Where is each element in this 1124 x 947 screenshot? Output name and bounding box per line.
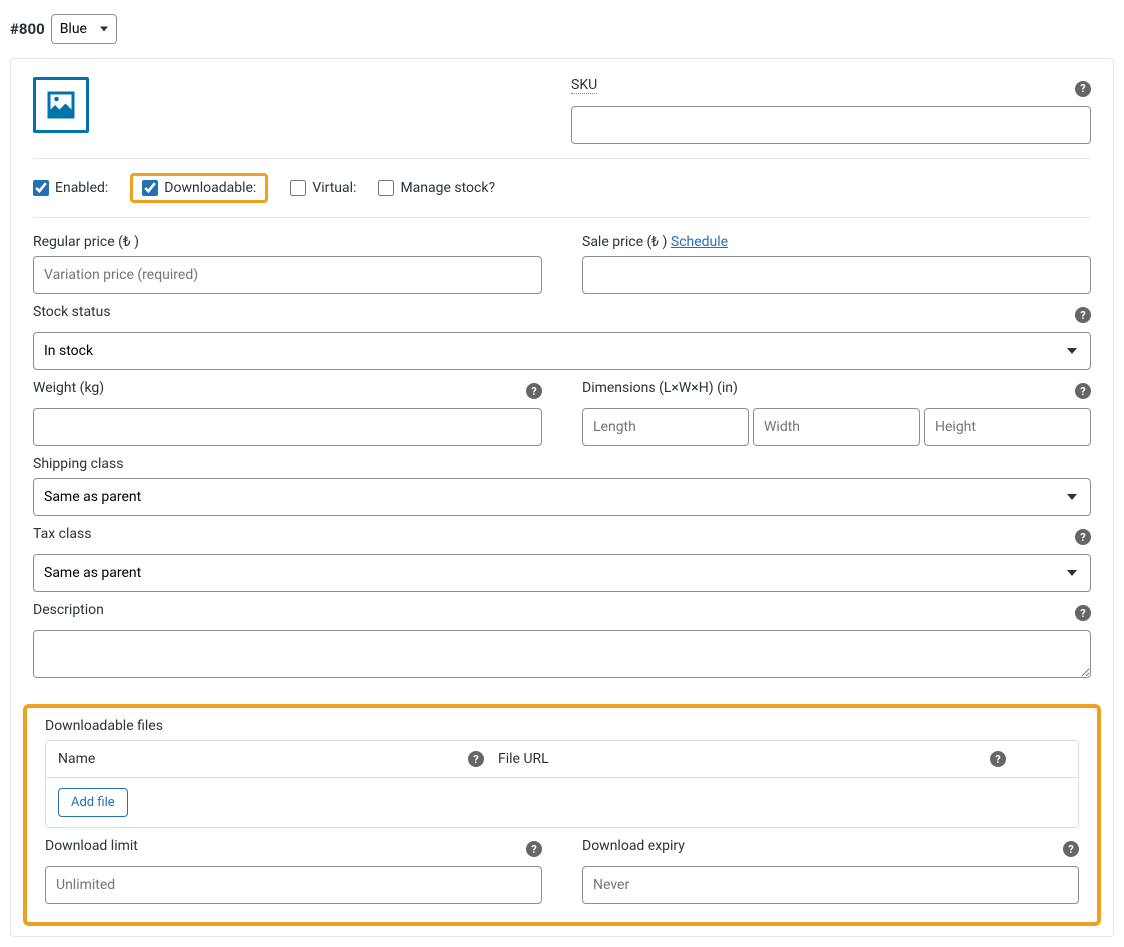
downloadable-files-label: Downloadable files [45,718,1079,734]
attribute-select[interactable]: Blue [51,14,117,44]
sku-input[interactable] [571,106,1091,144]
enabled-checkbox-wrap[interactable]: Enabled: [33,180,108,196]
description-label: Description [33,602,104,618]
sale-price-input[interactable] [582,256,1091,294]
add-file-button[interactable]: Add file [58,788,128,817]
weight-input[interactable] [33,408,542,446]
virtual-label: Virtual: [312,180,356,196]
help-icon[interactable]: ? [1075,307,1091,323]
weight-label: Weight (kg) [33,380,104,396]
downloadable-section-highlight: Downloadable files Name ? File URL ? Add… [23,704,1101,926]
help-icon[interactable]: ? [1063,841,1079,857]
manage-stock-checkbox[interactable] [378,180,394,196]
tax-class-label: Tax class [33,526,91,542]
variation-id: #800 [10,20,45,38]
sku-label: SKU [571,77,597,94]
file-url-column: File URL [498,751,549,767]
dimensions-label: Dimensions (L×W×H) (in) [582,380,738,396]
help-icon[interactable]: ? [468,751,484,767]
shipping-class-label: Shipping class [33,456,1091,472]
download-expiry-label: Download expiry [582,838,685,854]
manage-stock-checkbox-wrap[interactable]: Manage stock? [378,180,495,196]
manage-stock-label: Manage stock? [400,180,495,196]
help-icon[interactable]: ? [1075,81,1091,97]
stock-status-label: Stock status [33,304,111,320]
sale-price-label: Sale price (₺ ) [582,234,667,250]
help-icon[interactable]: ? [1075,605,1091,621]
description-textarea[interactable] [33,630,1091,678]
downloadable-label: Downloadable: [164,180,256,196]
virtual-checkbox-wrap[interactable]: Virtual: [290,180,356,196]
regular-price-label: Regular price (₺ ) [33,234,542,250]
downloadable-files-table: Name ? File URL ? Add file [45,740,1079,828]
downloadable-highlight: Downloadable: [130,173,268,203]
regular-price-input[interactable] [33,256,542,294]
downloadable-checkbox[interactable] [142,180,158,196]
help-icon[interactable]: ? [526,383,542,399]
help-icon[interactable]: ? [1075,529,1091,545]
schedule-link[interactable]: Schedule [671,234,728,250]
downloadable-checkbox-wrap[interactable]: Downloadable: [142,180,256,196]
length-input[interactable] [582,408,749,446]
variation-image-placeholder[interactable] [33,77,89,133]
image-icon [43,87,79,123]
download-limit-label: Download limit [45,838,138,854]
virtual-checkbox[interactable] [290,180,306,196]
download-expiry-input[interactable] [582,866,1079,904]
download-limit-input[interactable] [45,866,542,904]
height-input[interactable] [924,408,1091,446]
tax-class-select[interactable]: Same as parent [33,554,1091,592]
help-icon[interactable]: ? [990,751,1006,767]
shipping-class-select[interactable]: Same as parent [33,478,1091,516]
help-icon[interactable]: ? [1075,383,1091,399]
file-name-column: Name [58,751,95,767]
width-input[interactable] [753,408,920,446]
help-icon[interactable]: ? [526,841,542,857]
enabled-checkbox[interactable] [33,180,49,196]
stock-status-select[interactable]: In stock [33,332,1091,370]
enabled-label: Enabled: [55,180,108,196]
